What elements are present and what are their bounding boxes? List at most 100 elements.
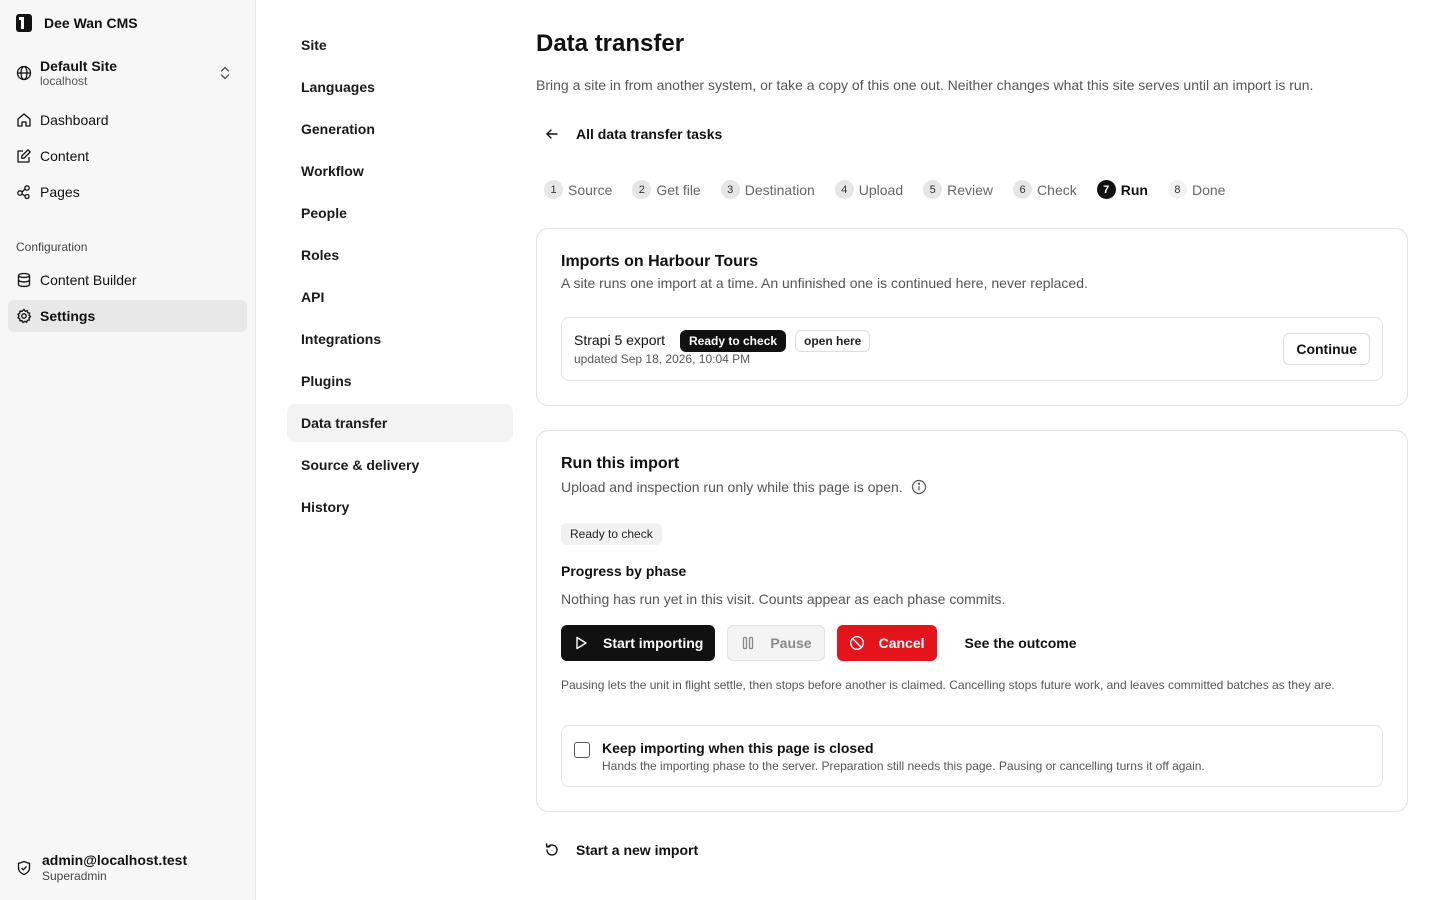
step-get-file[interactable]: 2 Get file	[632, 180, 701, 199]
run-title: Run this import	[561, 455, 680, 472]
nav-item-label: Settings	[40, 308, 96, 324]
start-new-import-link[interactable]: Start a new import	[544, 842, 698, 858]
nav-item-label: Pages	[40, 184, 80, 200]
edit-icon	[17, 149, 31, 163]
pause-icon	[743, 636, 754, 650]
info-icon[interactable]	[911, 479, 927, 495]
settings-item-plugins[interactable]: Plugins	[287, 362, 513, 400]
settings-item-people[interactable]: People	[287, 194, 513, 232]
run-subtitle: Upload and inspection run only while thi…	[561, 479, 903, 495]
import-updated: updated Sep 18, 2026, 10:04 PM	[574, 352, 751, 366]
run-actions: Start importing Pause Cancel See the out…	[561, 625, 1093, 661]
step-destination[interactable]: 3 Destination	[720, 180, 815, 199]
nav-item-content-builder[interactable]: Content Builder	[8, 264, 247, 296]
site-host: localhost	[40, 74, 88, 88]
keep-importing-label[interactable]: Keep importing when this page is closed	[602, 740, 874, 756]
run-subtitle-row: Upload and inspection run only while thi…	[561, 479, 927, 495]
import-name: Strapi 5 export	[574, 332, 666, 348]
step-check[interactable]: 6 Check	[1013, 180, 1077, 199]
nav-item-settings[interactable]: Settings	[8, 300, 247, 332]
step-number: 5	[923, 180, 943, 199]
arrow-left-icon	[546, 129, 558, 139]
settings-nav: Site Languages Generation Workflow Peopl…	[287, 26, 513, 530]
settings-item-roles[interactable]: Roles	[287, 236, 513, 274]
settings-item-api[interactable]: API	[287, 278, 513, 316]
cancel-button[interactable]: Cancel	[836, 625, 937, 661]
step-number: 6	[1013, 180, 1033, 199]
location-badge: open here	[795, 330, 871, 352]
settings-item-generation[interactable]: Generation	[287, 110, 513, 148]
step-label: Check	[1037, 181, 1077, 198]
back-link-label: All data transfer tasks	[576, 126, 723, 142]
chevron-up-down-icon	[220, 66, 230, 80]
start-new-import-label: Start a new import	[576, 842, 699, 858]
user-role: Superadmin	[42, 869, 107, 883]
status-badge: Ready to check	[680, 330, 787, 352]
site-switcher[interactable]: Default Site localhost	[16, 56, 240, 90]
continue-button[interactable]: Continue	[1283, 333, 1370, 365]
step-label: Destination	[744, 181, 815, 198]
run-card: Run this import Upload and inspection ru…	[536, 430, 1408, 812]
config-nav: Content Builder Settings	[8, 264, 247, 332]
step-label: Upload	[858, 181, 904, 198]
settings-item-data-transfer[interactable]: Data transfer	[287, 404, 513, 442]
step-number: 3	[720, 180, 740, 199]
settings-item-languages[interactable]: Languages	[287, 68, 513, 106]
play-icon	[576, 636, 587, 650]
sidebar: Dee Wan CMS Default Site localhost Dashb…	[0, 0, 256, 900]
nav-item-dashboard[interactable]: Dashboard	[8, 104, 247, 136]
step-done[interactable]: 8 Done	[1167, 180, 1226, 199]
database-icon	[17, 272, 31, 288]
nav-item-label: Dashboard	[40, 112, 109, 128]
site-name: Default Site	[40, 58, 118, 74]
nav-section-configuration: Configuration	[16, 240, 88, 254]
step-upload[interactable]: 4 Upload	[834, 180, 904, 199]
step-review[interactable]: 5 Review	[923, 180, 993, 199]
gear-icon	[17, 308, 32, 324]
settings-item-history[interactable]: History	[287, 488, 513, 526]
step-number: 8	[1167, 180, 1187, 199]
keep-importing-option: Keep importing when this page is closed …	[561, 725, 1383, 787]
shield-check-icon	[17, 860, 31, 876]
imports-title: Imports on Harbour Tours	[561, 253, 759, 270]
step-number: 2	[632, 180, 652, 199]
settings-item-workflow[interactable]: Workflow	[287, 152, 513, 190]
keep-importing-help: Hands the importing phase to the server.…	[602, 759, 1205, 773]
settings-item-integrations[interactable]: Integrations	[287, 320, 513, 358]
logo-icon	[16, 14, 32, 32]
settings-item-site[interactable]: Site	[287, 26, 513, 64]
run-help-text: Pausing lets the unit in flight settle, …	[561, 678, 1335, 692]
settings-item-source-delivery[interactable]: Source & delivery	[287, 446, 513, 484]
nav-item-pages[interactable]: Pages	[8, 176, 247, 208]
import-row: Strapi 5 export Ready to check open here…	[561, 317, 1383, 381]
pause-label: Pause	[770, 635, 812, 651]
primary-nav: Dashboard Content Pages	[8, 104, 247, 208]
phase-title: Progress by phase	[561, 563, 687, 579]
step-label: Get file	[656, 181, 701, 198]
nav-item-content[interactable]: Content	[8, 140, 247, 172]
step-source[interactable]: 1 Source	[544, 180, 612, 199]
home-icon	[17, 113, 31, 127]
step-run[interactable]: 7 Run	[1096, 180, 1148, 199]
rotate-ccw-icon	[545, 843, 558, 856]
pages-icon	[17, 185, 30, 200]
step-number: 1	[544, 180, 563, 199]
step-label: Done	[1191, 181, 1226, 198]
imports-card: Imports on Harbour Tours A site runs one…	[536, 228, 1408, 406]
pause-button[interactable]: Pause	[727, 625, 825, 661]
step-number: 4	[834, 180, 854, 199]
user-menu[interactable]: admin@localhost.test Superadmin	[16, 852, 187, 884]
start-importing-button[interactable]: Start importing	[561, 625, 716, 661]
page-title: Data transfer	[536, 30, 685, 57]
ban-icon	[849, 635, 864, 651]
keep-importing-checkbox[interactable]	[574, 742, 590, 758]
step-label: Run	[1120, 181, 1148, 198]
imports-subtitle: A site runs one import at a time. An unf…	[561, 275, 1088, 291]
nav-item-label: Content Builder	[40, 272, 137, 288]
user-email: admin@localhost.test	[42, 852, 188, 868]
phase-note: Nothing has run yet in this visit. Count…	[561, 591, 1006, 607]
brand[interactable]: Dee Wan CMS	[16, 14, 138, 32]
back-link[interactable]: All data transfer tasks	[544, 126, 722, 142]
cancel-label: Cancel	[878, 635, 925, 651]
see-outcome-button[interactable]: See the outcome	[949, 625, 1093, 661]
